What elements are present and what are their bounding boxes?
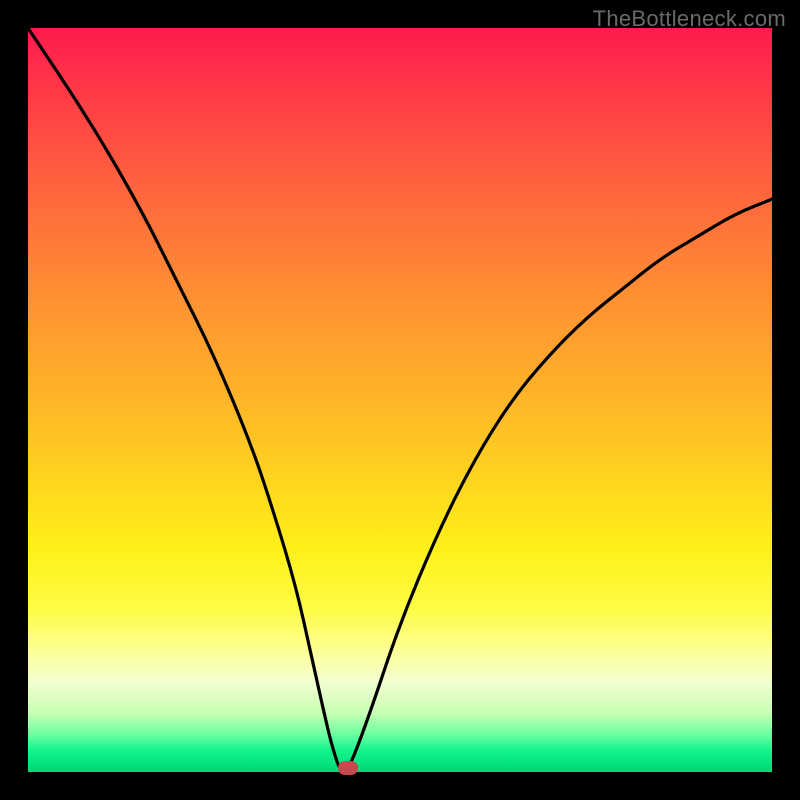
chart-frame: TheBottleneck.com [0, 0, 800, 800]
optimal-point-marker [338, 761, 358, 775]
watermark-text: TheBottleneck.com [593, 6, 786, 32]
bottleneck-curve [28, 28, 772, 772]
